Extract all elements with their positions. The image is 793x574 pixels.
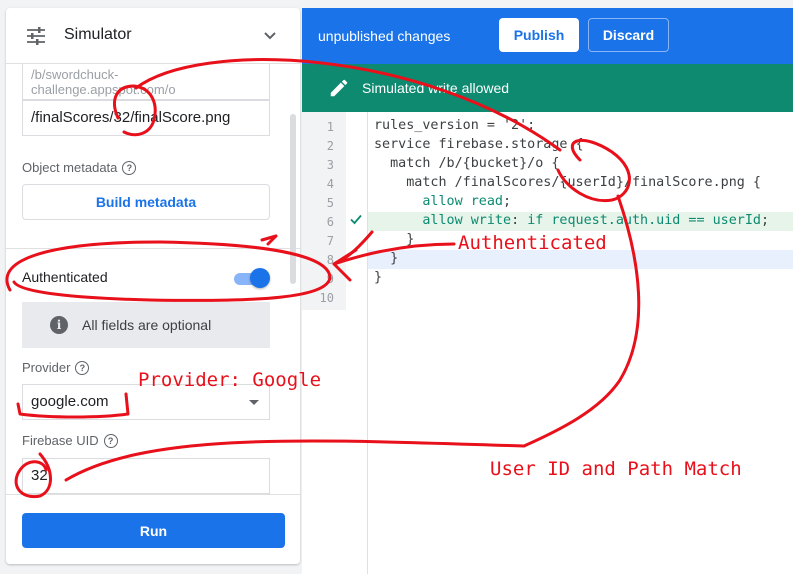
pencil-icon [330,79,348,97]
toggle-knob [250,268,270,288]
tune-icon [27,27,45,45]
simulator-panel: Simulator /b/swordchuck-challenge.appspo… [6,8,300,564]
code-line[interactable]: } [374,251,398,266]
highlight-cursor-line [346,250,793,269]
line-number: 4 [326,177,334,191]
line-number: 2 [326,139,334,153]
firebase-uid-label-text: Firebase UID [22,433,99,448]
rules-toolbar: unpublished changes Publish Discard [302,8,793,64]
location-path-url: /b/swordchuck-challenge.appspot.com/o [22,64,270,100]
code-line[interactable]: allow read; [374,194,511,209]
line-number: 10 [319,291,334,305]
simulator-header[interactable]: Simulator [6,8,300,64]
code-line[interactable]: match /finalScores/{userId}/finalScore.p… [374,175,761,190]
discard-button[interactable]: Discard [588,18,669,52]
authenticated-row: Authenticated [22,266,272,290]
line-number: 6 [326,215,334,229]
unpublished-status: unpublished changes [318,28,451,44]
info-text: All fields are optional [82,317,212,333]
line-number: 3 [326,158,334,172]
scrollbar[interactable] [290,114,296,284]
help-icon[interactable]: ? [75,360,90,375]
chevron-down-icon[interactable] [262,28,278,44]
code-line[interactable]: service firebase.storage { [374,137,584,152]
authenticated-label: Authenticated [22,269,108,285]
provider-label: Provider ? [22,360,90,375]
provider-label-text: Provider [22,360,71,375]
help-icon[interactable]: ? [103,433,118,448]
authenticated-toggle[interactable] [234,268,270,288]
firebase-uid-label: Firebase UID ? [22,433,118,448]
object-metadata-text: Object metadata [22,160,118,175]
line-number: 9 [326,272,334,286]
rules-editor[interactable]: 1 2 3 4 5 6 7 8 9 10 rules_version = '2'; service … [302,112,793,574]
simulation-result-banner: Simulated write allowed [302,64,793,112]
line-number: 8 [326,253,334,267]
run-button[interactable]: Run [22,513,285,548]
check-icon [350,214,362,225]
line-number: 5 [326,196,334,210]
code-line[interactable]: match /b/{bucket}/o { [374,156,559,171]
build-metadata-button[interactable]: Build metadata [22,184,270,220]
run-footer: Run [6,494,300,564]
code-line[interactable]: } [374,232,414,247]
firebase-uid-input[interactable]: 32 [22,458,270,494]
dropdown-arrow-icon [249,400,259,405]
location-path-input[interactable]: /finalScores/32/finalScore.png [22,100,270,136]
code-line[interactable]: } [374,270,382,285]
code-line[interactable]: rules_version = '2'; [374,118,535,133]
info-icon: i [50,316,68,334]
line-number: 7 [326,234,334,248]
publish-button[interactable]: Publish [499,18,579,52]
divider [6,248,300,249]
object-metadata-label: Object metadata ? [22,160,137,175]
info-banner: i All fields are optional [22,302,270,348]
line-number: 1 [326,120,334,134]
simulator-title: Simulator [64,26,132,43]
code-line[interactable]: allow write: if request.auth.uid == user… [374,213,769,228]
banner-text: Simulated write allowed [362,80,510,96]
help-icon[interactable]: ? [122,160,137,175]
provider-value: google.com [31,393,109,410]
provider-select[interactable]: google.com [22,384,270,420]
